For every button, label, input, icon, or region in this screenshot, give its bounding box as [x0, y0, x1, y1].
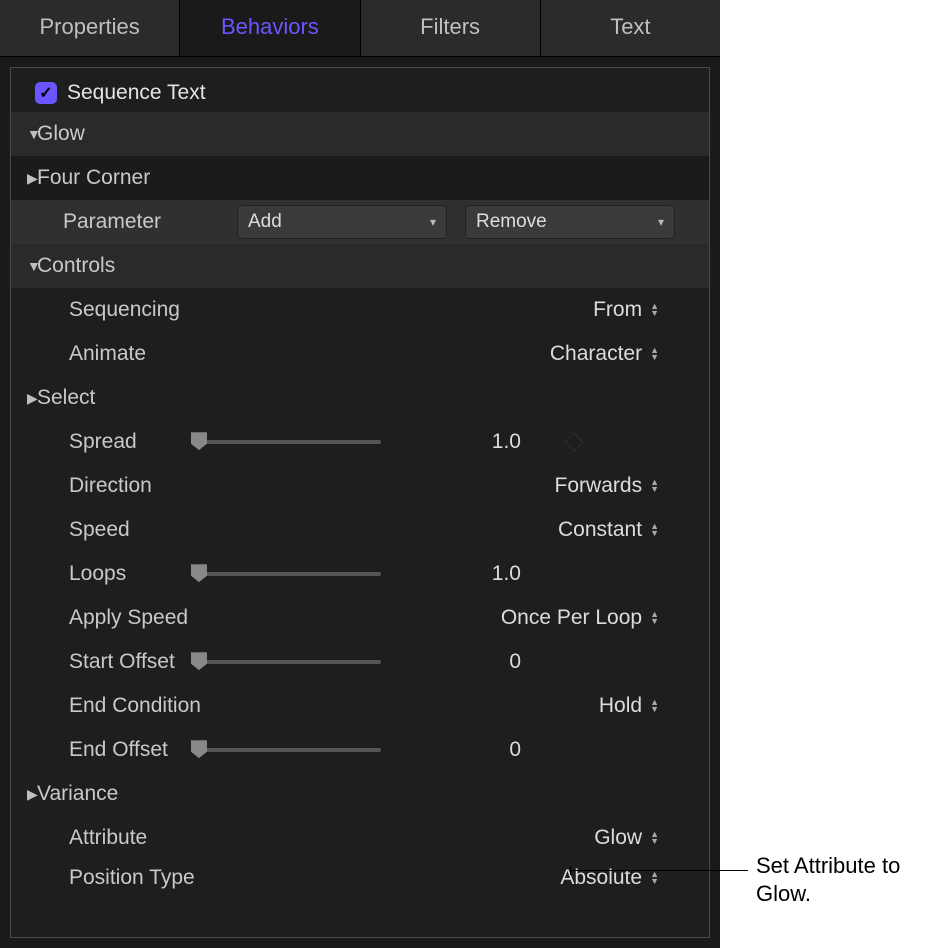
- apply-speed-row: Apply Speed Once Per Loop: [11, 596, 709, 640]
- enable-sequence-text-checkbox[interactable]: [35, 82, 57, 104]
- sequencing-stepper[interactable]: [650, 303, 659, 317]
- section-glow[interactable]: Glow: [11, 112, 709, 156]
- spread-label: Spread: [17, 430, 187, 454]
- inspector-tabs: Properties Behaviors Filters Text: [0, 0, 720, 57]
- animate-row: Animate Character: [11, 332, 709, 376]
- loops-label: Loops: [17, 562, 187, 586]
- end-offset-slider[interactable]: [191, 740, 381, 760]
- sequencing-row: Sequencing From: [11, 288, 709, 332]
- direction-label: Direction: [17, 474, 152, 498]
- apply-speed-stepper[interactable]: [650, 611, 659, 625]
- loops-row: Loops 1.0: [11, 552, 709, 596]
- start-offset-row: Start Offset 0: [11, 640, 709, 684]
- disclosure-glow-icon[interactable]: [17, 126, 33, 142]
- chevron-down-icon: [658, 215, 664, 229]
- section-select-label: Select: [37, 386, 95, 410]
- end-offset-label: End Offset: [17, 738, 187, 762]
- callout-text: Set Attribute to Glow.: [756, 852, 936, 907]
- start-offset-slider[interactable]: [191, 652, 381, 672]
- tab-text[interactable]: Text: [541, 0, 720, 56]
- animate-label: Animate: [17, 342, 146, 366]
- end-condition-label: End Condition: [17, 694, 201, 718]
- attribute-value[interactable]: Glow: [532, 826, 642, 850]
- section-select[interactable]: Select: [11, 376, 709, 420]
- position-type-row: Position Type Absolute: [11, 860, 709, 904]
- parameter-remove-value: Remove: [476, 211, 547, 233]
- section-glow-label: Glow: [37, 122, 85, 146]
- section-variance-label: Variance: [37, 782, 118, 806]
- start-offset-label: Start Offset: [17, 650, 187, 674]
- apply-speed-value[interactable]: Once Per Loop: [462, 606, 642, 630]
- animate-stepper[interactable]: [650, 347, 659, 361]
- start-offset-value[interactable]: 0: [411, 650, 521, 674]
- attribute-row: Attribute Glow: [11, 816, 709, 860]
- chevron-down-icon: [430, 215, 436, 229]
- behaviors-inspector: Sequence Text Glow Four Corner Parameter…: [10, 67, 710, 938]
- keyframe-spread-icon[interactable]: [564, 432, 584, 452]
- attribute-stepper[interactable]: [650, 831, 659, 845]
- parameter-label: Parameter: [63, 210, 203, 234]
- section-four-corner-label: Four Corner: [37, 166, 150, 190]
- direction-row: Direction Forwards: [11, 464, 709, 508]
- end-offset-value[interactable]: 0: [411, 738, 521, 762]
- end-condition-row: End Condition Hold: [11, 684, 709, 728]
- speed-value[interactable]: Constant: [532, 518, 642, 542]
- section-four-corner[interactable]: Four Corner: [11, 156, 709, 200]
- section-variance[interactable]: Variance: [11, 772, 709, 816]
- section-controls-label: Controls: [37, 254, 115, 278]
- end-condition-stepper[interactable]: [650, 699, 659, 713]
- direction-stepper[interactable]: [650, 479, 659, 493]
- parameter-add-value: Add: [248, 211, 282, 233]
- parameter-add-dropdown[interactable]: Add: [237, 205, 447, 239]
- loops-slider[interactable]: [191, 564, 381, 584]
- annotation-area: Set Attribute to Glow.: [720, 0, 950, 948]
- speed-label: Speed: [17, 518, 130, 542]
- position-type-stepper[interactable]: [650, 871, 659, 885]
- section-controls[interactable]: Controls: [11, 244, 709, 288]
- sequencing-value[interactable]: From: [532, 298, 642, 322]
- sequencing-label: Sequencing: [17, 298, 180, 322]
- end-offset-row: End Offset 0: [11, 728, 709, 772]
- behavior-title: Sequence Text: [67, 81, 206, 105]
- tab-behaviors[interactable]: Behaviors: [180, 0, 360, 56]
- position-type-label: Position Type: [17, 866, 195, 890]
- loops-value[interactable]: 1.0: [411, 562, 521, 586]
- speed-stepper[interactable]: [650, 523, 659, 537]
- disclosure-four-corner-icon[interactable]: [17, 170, 33, 187]
- speed-row: Speed Constant: [11, 508, 709, 552]
- spread-slider[interactable]: [191, 432, 381, 452]
- disclosure-controls-icon[interactable]: [17, 258, 33, 274]
- disclosure-variance-icon[interactable]: [17, 786, 33, 803]
- spread-row: Spread 1.0: [11, 420, 709, 464]
- parameter-remove-dropdown[interactable]: Remove: [465, 205, 675, 239]
- animate-value[interactable]: Character: [532, 342, 642, 366]
- end-condition-value[interactable]: Hold: [532, 694, 642, 718]
- behavior-header-row: Sequence Text: [11, 68, 709, 112]
- tab-filters[interactable]: Filters: [361, 0, 541, 56]
- spread-value[interactable]: 1.0: [411, 430, 521, 454]
- callout-line: [570, 870, 748, 871]
- apply-speed-label: Apply Speed: [17, 606, 188, 630]
- parameter-row: Parameter Add Remove: [11, 200, 709, 244]
- direction-value[interactable]: Forwards: [532, 474, 642, 498]
- tab-properties[interactable]: Properties: [0, 0, 180, 56]
- disclosure-select-icon[interactable]: [17, 390, 33, 407]
- attribute-label: Attribute: [17, 826, 147, 850]
